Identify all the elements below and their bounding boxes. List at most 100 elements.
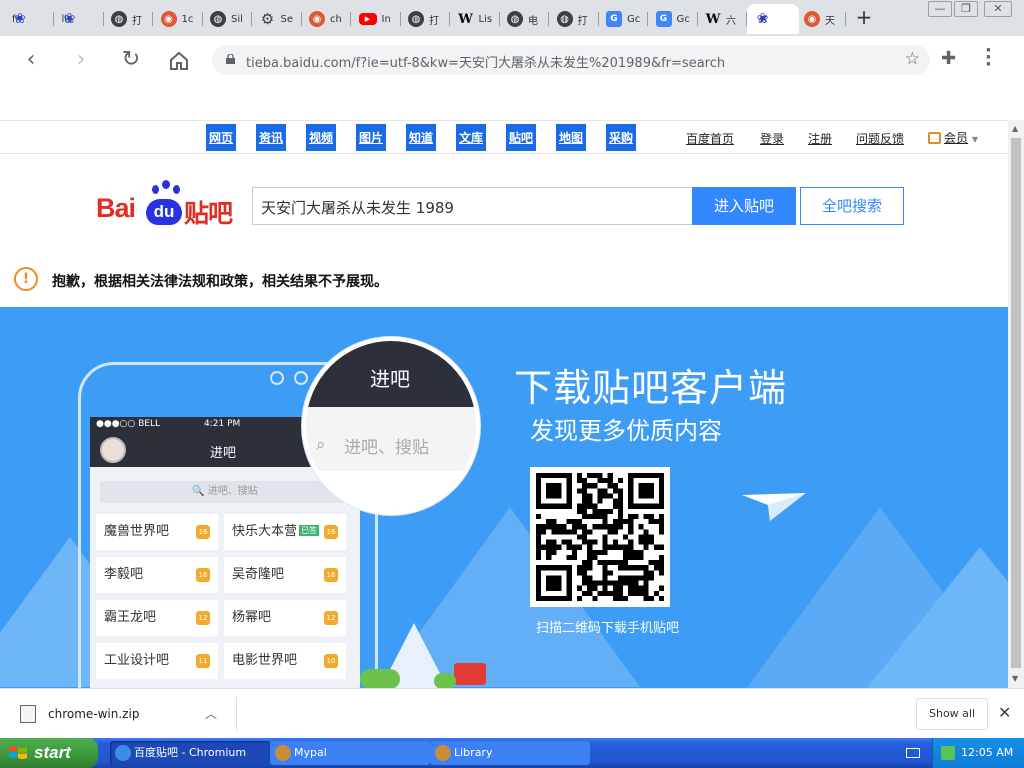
reload-icon: ↻ [121, 47, 141, 72]
browser-menu-icon[interactable]: · · · [985, 42, 992, 74]
scroll-thumb[interactable] [1011, 138, 1021, 668]
browser-tab[interactable]: ▶ In [351, 4, 401, 34]
browser-tab[interactable]: ◍ 电 [499, 4, 549, 34]
scroll-down-arrow-icon[interactable]: ▼ [1012, 674, 1018, 683]
tab-separator [845, 12, 846, 26]
user-link[interactable]: 登录 [760, 130, 784, 147]
network-tray-icon[interactable] [941, 746, 955, 760]
user-link[interactable]: 问题反馈 [856, 130, 904, 147]
window-maximize-button[interactable]: ❐ [954, 1, 978, 17]
warning-icon: ! [14, 267, 38, 291]
browser-tab[interactable]: ◍ 打 [549, 4, 599, 34]
reload-button[interactable]: ↻ [116, 46, 146, 76]
forum-cell: 杨幂吧 12 [224, 600, 346, 636]
back-button[interactable]: ‹ [16, 46, 46, 76]
tab-strip: ❀ fr ❀ lis ◍ 打 ◉ 1c ◍ Sil ⚙ Se ◉ ch ▶ In ◍ 打 W Lis ◍ 电 ◍ 打 G Gc G G… [0, 0, 1024, 36]
level-badge: 10 [324, 654, 338, 668]
window-close-button[interactable]: ✕ [984, 1, 1012, 17]
extensions-puzzle-icon[interactable]: ✚ [941, 48, 956, 69]
scroll-up-arrow-icon[interactable]: ▲ [1012, 124, 1018, 133]
browser-tab[interactable]: ◉ ch [301, 4, 351, 34]
forum-name: 电影世界吧 [232, 653, 298, 668]
keyboard-icon[interactable] [906, 748, 920, 758]
browser-tab[interactable]: ❀ ✕ [746, 4, 799, 34]
promo-title: 下载贴吧客户端 [514, 366, 788, 410]
browser-tab[interactable]: ◍ 打 [400, 4, 450, 34]
browser-tab[interactable]: ❀ lis [54, 4, 104, 34]
magnifier-title: 进吧 [370, 367, 410, 391]
close-icon[interactable]: ✕ [998, 703, 1011, 722]
user-link[interactable]: 百度首页 [686, 130, 734, 147]
nav-link[interactable]: 图片 [356, 124, 386, 151]
forum-cell: 吴奇隆吧 16 [224, 557, 346, 593]
paw-toe-1 [152, 185, 159, 194]
forum-name: 杨幂吧 [232, 610, 272, 625]
dropdown-caret-icon: ▼ [971, 135, 978, 144]
browser-tab[interactable]: ⚙ Se [252, 4, 302, 34]
forum-cell: 李毅吧 16 [96, 557, 218, 593]
qr-code-image [536, 473, 664, 601]
globe-icon: ◍ [556, 11, 573, 27]
app-download-banner[interactable]: ●●●○○ BELL 4:21 PM 进吧 🔍 进吧、搜贴 魔兽世界吧 16 快乐大… [0, 307, 1008, 688]
nav-link[interactable]: 贴吧 [506, 124, 536, 151]
level-badge: 16 [196, 525, 210, 539]
user-link[interactable]: 注册 [808, 130, 832, 147]
browser-tab[interactable]: G Gc [648, 4, 698, 34]
home-button[interactable] [164, 46, 194, 76]
browser-tab[interactable]: ◍ Sil [202, 4, 252, 34]
paw-icon: ❀ [14, 11, 26, 27]
tab-title: ch [330, 13, 342, 25]
level-badge: 11 [196, 654, 210, 668]
taskbar-task-button[interactable]: 百度贴吧 - Chromium [110, 741, 270, 765]
nav-link[interactable]: 资讯 [256, 124, 286, 151]
wikipedia-icon: W [458, 11, 473, 27]
taskbar-task-button[interactable]: Mypal [270, 741, 430, 765]
address-bar[interactable]: tieba.baidu.com/f?ie=utf-8&kw=天安门大屠杀从未发生… [212, 45, 930, 75]
tab-title: Gc [676, 13, 690, 25]
paw-icon: ❀ [756, 11, 769, 27]
browser-tab[interactable]: G Gc [598, 4, 648, 34]
search-input[interactable]: 天安门大屠杀从未发生 1989 [252, 187, 692, 225]
nav-link[interactable]: 视频 [306, 124, 336, 151]
chevron-up-icon[interactable]: ︿ [205, 705, 217, 722]
nav-link[interactable]: 地图 [556, 124, 586, 151]
show-all-button[interactable]: Show all [916, 698, 988, 730]
qr-caption: 扫描二维码下载手机贴吧 [536, 621, 680, 636]
nav-link[interactable]: 网页 [206, 124, 236, 151]
youtube-icon: ▶ [358, 13, 377, 25]
browser-tab[interactable]: ◉ 1c [153, 4, 203, 34]
download-file-name[interactable]: chrome-win.zip [48, 707, 139, 721]
start-button[interactable]: start [0, 738, 98, 768]
clock[interactable]: 12:05 AM [961, 746, 1013, 759]
nav-link[interactable]: 采购 [606, 124, 636, 151]
tab-title: 打 [132, 15, 142, 27]
page-scrollbar[interactable]: ▲ ▼ [1008, 120, 1024, 688]
browser-tab[interactable]: ◉ 天 [796, 4, 846, 34]
tab-title: Sil [231, 13, 243, 25]
task-label: Library [454, 746, 493, 759]
window-minimize-button[interactable]: — [928, 1, 952, 17]
logo-bai-text: Bai [96, 193, 136, 223]
url-text[interactable]: tieba.baidu.com/f?ie=utf-8&kw=天安门大屠杀从未发生… [246, 52, 725, 71]
forward-button[interactable]: › [66, 46, 96, 76]
forum-cell: 工业设计吧 11 [96, 643, 218, 679]
enter-tieba-button[interactable]: 进入贴吧 [692, 187, 796, 225]
browser-tab[interactable]: W六 [697, 4, 747, 34]
search-icon: ⌕ [316, 435, 326, 455]
level-badge: 16 [196, 568, 210, 582]
bookmark-star-icon[interactable]: ☆ [905, 49, 920, 69]
new-tab-button[interactable]: + [852, 7, 876, 29]
member-label: 会员 [944, 131, 969, 145]
member-menu[interactable]: 会员 ▼ [928, 129, 978, 146]
browser-tab[interactable]: ◍ 打 [103, 4, 153, 34]
red-bus-icon [454, 663, 486, 685]
app-icon [435, 745, 451, 761]
nav-link[interactable]: 知道 [406, 124, 436, 151]
nav-link[interactable]: 文库 [456, 124, 486, 151]
taskbar-task-button[interactable]: Library [430, 741, 590, 765]
search-all-button[interactable]: 全吧搜索 [800, 187, 904, 225]
carrier-text: ●●●○○ BELL [96, 419, 161, 429]
browser-tab[interactable]: ❀ fr [4, 4, 54, 34]
browser-tab[interactable]: W Lis [450, 4, 500, 34]
app-bar-title: 进吧 [210, 446, 237, 461]
